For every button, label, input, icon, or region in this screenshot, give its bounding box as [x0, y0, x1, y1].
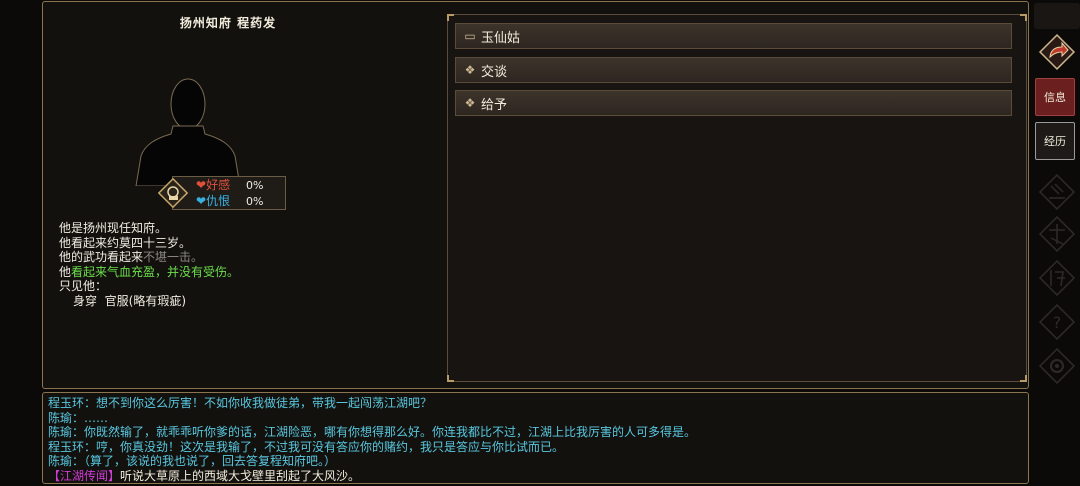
desc-line: 他看起来约莫四十三岁。: [59, 235, 192, 250]
desc-line: 他的武功看起来不堪一击。: [59, 250, 204, 264]
settings-gear-icon[interactable]: [1037, 346, 1077, 386]
info-button[interactable]: 信息: [1035, 78, 1075, 116]
npc-portrait-silhouette: [135, 78, 241, 186]
diamond-icon: ❖: [464, 63, 476, 77]
favor-row: ❤好感 0%: [196, 178, 263, 193]
rumor-tag: 【江湖传闻】: [48, 468, 121, 483]
hatred-row: ❤仇恨 0%: [196, 194, 263, 209]
skill-icon[interactable]: [1037, 172, 1077, 212]
hatred-label: 仇恨: [206, 194, 231, 208]
sect-icon[interactable]: [1037, 258, 1077, 298]
desc-line: 他看起来气血充盈，并没有受伤。: [59, 264, 240, 279]
health-status: 看起来气血充盈，并没有受伤。: [71, 264, 240, 279]
action-button-yuxiangu[interactable]: ▭ 玉仙姑: [455, 23, 1012, 49]
heart-blue-icon: ❤: [196, 194, 207, 208]
action-button-give[interactable]: ❖ 给予: [455, 90, 1012, 116]
help-question-icon[interactable]: ?: [1037, 302, 1077, 342]
sidebar-top-tab: [1034, 3, 1080, 29]
svg-text:?: ?: [1053, 313, 1062, 332]
equipment-line: 身穿 官服(略有瑕疵): [73, 293, 187, 308]
npc-description: 他是扬州现任知府。 他看起来约莫四十三岁。 他的武功看起来不堪一击。 他看起来气…: [59, 221, 359, 308]
heart-red-icon: ❤: [196, 178, 207, 192]
message-log: 程玉环：想不到你这么厉害！不如你收我做徒弟，带我一起闯荡江湖吧？ 陈瑜：…… 陈…: [48, 396, 1018, 483]
desc-line: 只见他：: [59, 279, 108, 293]
diamond-icon: ❖: [464, 96, 476, 110]
rumor-line: 【江湖传闻】听说大草原上的西域大戈壁里刮起了大风沙。: [48, 469, 1018, 484]
experience-button[interactable]: 经历: [1035, 122, 1075, 160]
relationship-emblem-icon: [158, 178, 188, 208]
action-label: 玉仙姑: [481, 30, 521, 46]
log-line: 陈瑜：……: [48, 410, 109, 425]
hatred-value: 0%: [246, 195, 264, 208]
rumor-text: 听说大草原上的西域大戈壁里刮起了大风沙。: [120, 468, 361, 483]
action-label: 给予: [481, 97, 508, 113]
npc-title: 扬州知府 程药发: [179, 16, 277, 30]
martial-rating: 不堪一击。: [143, 250, 204, 264]
action-label: 交谈: [481, 64, 508, 80]
desc-line: 他是扬州现任知府。: [59, 221, 168, 235]
action-button-talk[interactable]: ❖ 交谈: [455, 57, 1012, 83]
equipment-item[interactable]: 官服(略有瑕疵): [105, 294, 186, 308]
martial-icon[interactable]: [1037, 214, 1077, 254]
log-line: 程玉环：想不到你这么厉害！不如你收我做徒弟，带我一起闯荡江湖吧？: [48, 396, 433, 410]
favor-value: 0%: [246, 179, 264, 192]
log-line: 程玉环：哼，你真没劲！这次是我输了，不过我可没有答应你的赌约，我只是答应与你比试…: [48, 439, 565, 454]
favor-label: 好感: [206, 178, 231, 192]
log-line: 陈瑜：你既然输了，就乖乖听你爹的话，江湖险恶，哪有你想得那么好。你连我都比不过，…: [48, 425, 697, 439]
speech-scroll-icon: ▭: [464, 29, 476, 43]
log-line: 陈瑜：（算了，该说的我也说了，回去答复程知府吧。）: [48, 454, 337, 468]
return-arrow-icon[interactable]: [1037, 32, 1077, 72]
